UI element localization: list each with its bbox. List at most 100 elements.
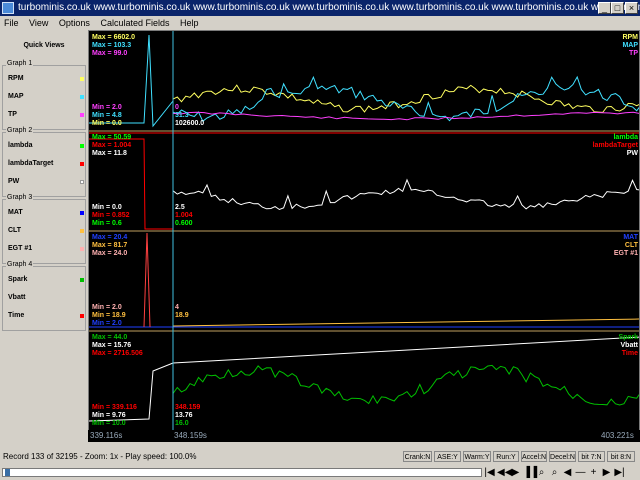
graph-2-title: Graph 2 [6,127,34,134]
slower-icon[interactable]: — [575,467,586,479]
faster-icon[interactable]: + [588,467,599,479]
menu-bar: File View Options Calculated Fields Help [0,16,640,30]
graph-1-group: Graph 1 RPM MAP TP [2,60,86,130]
maximize-button[interactable]: □ [611,2,624,14]
field-spark[interactable]: Spark [8,275,84,285]
field-spark-label: Spark [8,276,28,283]
graph-1-min-1: Min = 4.8 [92,112,122,119]
field-time-label: Time [8,312,25,319]
skip-to-end-icon[interactable]: ▶| [614,467,625,479]
graph-4-cursor-value-2: 16.0 [175,420,189,427]
graph-2-cursor-value-1: 1.004 [175,212,193,219]
field-vbatt-label: Vbatt [8,294,26,301]
graph-2-legend-1: lambdaTarget [593,142,639,149]
graph-3-group: Graph 3 MAT CLT EGT #1 [2,194,86,264]
menu-file[interactable]: File [0,18,23,28]
play-icon[interactable]: ▶ [510,467,521,479]
field-tp-label: TP [8,111,17,118]
field-lambda-target-label: lambdaTarget [8,160,54,167]
graph-1-legend-2: TP [629,50,638,57]
graph-canvas[interactable]: Max = 6602.0Max = 103.3Max = 99.0 Min = 2… [89,31,640,431]
step-forward-icon[interactable]: ▶ [601,467,612,479]
graph-1-legend-1: MAP [622,42,638,49]
graph-2-legend-2: PW [627,150,639,157]
graph-2-max-0: Max = 50.59 [92,134,131,141]
field-pw[interactable]: PW [8,177,84,187]
playback-position-thumb[interactable] [4,469,10,476]
field-pw-label: PW [8,178,20,185]
step-back-icon[interactable]: ◀ [562,467,573,479]
field-clt-label: CLT [8,227,22,234]
graph-3-legend-0: MAT [623,234,638,241]
graph-4-cursor-value-0: 348.159 [175,404,200,411]
graph-2-min-0: Min = 0.0 [92,204,122,211]
pause-icon[interactable]: ▐▐ [523,467,537,479]
field-clt[interactable]: CLT [8,226,84,236]
field-rpm-label: RPM [8,75,24,82]
title-bar: turbominis.co.uk www.turbominis.co.uk ww… [0,0,640,16]
graph-1-min-2: Min = 0.0 [92,120,122,127]
field-time[interactable]: Time [8,311,84,321]
graph-3-cursor-value-1: 18.9 [175,312,189,319]
indicator-bit7: bit 7:N [578,451,605,462]
graph-2-min-1: Min = 0.852 [92,212,130,219]
graph-1-max-0: Max = 6602.0 [92,34,135,41]
time-axis: 339.116s 348.159s 403.221s [88,430,640,442]
egt-spike [143,232,151,328]
tp-trace [172,111,639,121]
graph-3-max-2: Max = 24.0 [92,250,127,257]
graph-3-max-0: Max = 20.4 [92,234,127,241]
graph-2-min-2: Min = 0.6 [92,220,122,227]
graph-3-title: Graph 3 [6,194,34,201]
zoom-out-icon[interactable]: ⌕ [549,467,560,479]
graph-2-cursor-value-0: 2.5 [175,204,185,211]
playback-position-track[interactable] [2,468,482,477]
indicator-crank: Crank:N [403,451,432,462]
quick-views-panel: Quick Views Graph 1 RPM MAP TP Graph 2 l… [0,30,88,450]
quick-views-heading: Quick Views [23,42,65,49]
clt-trace [172,318,639,327]
spark-trace [172,364,639,406]
graph-3-cursor-value-0: 4 [175,304,179,311]
field-lambda[interactable]: lambda [8,141,84,151]
zoom-in-icon[interactable]: ⌕ [536,467,547,479]
field-lambda-target[interactable]: lambdaTarget [8,159,84,169]
rewind-icon[interactable]: ◀◀ [497,467,512,479]
field-clt-swatch [80,229,84,233]
field-time-swatch [80,314,84,318]
menu-view[interactable]: View [25,18,52,28]
field-egt1[interactable]: EGT #1 [8,244,84,254]
indicator-warm: Warm:Y [463,451,491,462]
field-mat-label: MAT [8,209,23,216]
field-mat[interactable]: MAT [8,208,84,218]
menu-options[interactable]: Options [55,18,94,28]
graph-area[interactable]: Max = 6602.0 Max = 103.3 Max = 99.0 Min = 2… [88,30,640,442]
app-icon [2,2,14,14]
time-cursor: 348.159s [174,431,207,440]
field-lambda-label: lambda [8,142,33,149]
window-title: turbominis.co.uk www.turbominis.co.uk ww… [18,2,640,13]
field-tp[interactable]: TP [8,110,84,120]
graph-3-legend-2: EGT #1 [614,250,638,257]
field-vbatt[interactable]: Vbatt [8,293,84,303]
menu-calculated-fields[interactable]: Calculated Fields [96,18,173,28]
menu-help[interactable]: Help [176,18,203,28]
field-rpm[interactable]: RPM [8,74,84,84]
graph-4-min-1: Min = 9.76 [92,412,126,419]
graph-4-max-1: Max = 15.76 [92,342,131,349]
time-end: 403.221s [601,431,634,440]
time-start: 339.116s [90,431,123,440]
graph-3-min-1: Min = 18.9 [92,312,126,319]
field-tp-swatch [80,113,84,117]
status-bar: Record 133 of 32195 - Zoom: 1x - Play sp… [0,450,640,463]
graph-4-legend-1: Vbatt [621,342,639,349]
skip-to-start-icon[interactable]: |◀ [484,467,495,479]
map-trace [172,75,639,122]
graph-4-group: Graph 4 Spark Vbatt Time [2,261,86,331]
indicator-decel: Decel:N [549,451,576,462]
close-button[interactable]: × [625,2,638,14]
field-map[interactable]: MAP [8,92,84,102]
graph-1-cursor-value-1: 31.3 [175,112,189,119]
graph-1-cursor-value-0: 0 [175,104,179,111]
minimize-button[interactable]: _ [598,2,611,14]
